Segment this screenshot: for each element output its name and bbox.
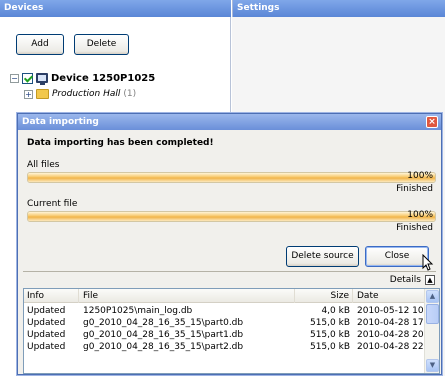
completion-message: Data importing has been completed! — [27, 138, 214, 148]
location-name: Production Hall — [52, 89, 121, 99]
current-file-status: Finished — [396, 223, 433, 233]
all-files-progress-bar — [27, 172, 436, 183]
table-scrollbar[interactable]: ▲ ▼ — [424, 289, 439, 373]
expand-icon[interactable]: + — [24, 89, 33, 99]
check-icon[interactable] — [22, 72, 33, 84]
close-button[interactable]: Close — [365, 246, 429, 267]
cell-date: 2010-04-28 20:15 — [357, 330, 425, 340]
chevron-down-icon[interactable]: ▼ — [426, 359, 439, 372]
cell-size: 515,0 kB — [309, 318, 350, 328]
cell-info: Updated — [27, 342, 66, 352]
all-files-progress-fill — [28, 173, 435, 182]
cell-size: 515,0 kB — [309, 342, 350, 352]
table-row[interactable]: Updated g0_2010_04_28_16_35_15\part2.db … — [24, 341, 425, 353]
collapse-icon[interactable]: − — [10, 73, 19, 83]
all-files-status: Finished — [396, 184, 433, 194]
cell-file: 1250P1025\main_log.db — [83, 306, 193, 316]
column-header-size[interactable]: Size — [296, 289, 353, 303]
location-count: (1) — [123, 89, 137, 99]
table-row[interactable]: Updated g0_2010_04_28_16_35_15\part1.db … — [24, 329, 425, 341]
monitor-icon — [36, 73, 48, 85]
tree-item-location[interactable]: + Production Hall (1) — [24, 87, 136, 101]
current-file-progress-fill — [28, 212, 435, 221]
cell-size: 515,0 kB — [309, 330, 350, 340]
cell-info: Updated — [27, 306, 66, 316]
details-table: Info File Size Date Updated 1250P1025\ma… — [23, 288, 440, 374]
current-file-percent: 100% — [407, 210, 433, 220]
details-divider — [23, 271, 436, 272]
current-file-progress-bar — [27, 211, 436, 222]
data-importing-dialog: Data importing × Data importing has been… — [17, 113, 442, 375]
details-collapse-button[interactable]: ▲ — [425, 275, 435, 285]
cell-file: g0_2010_04_28_16_35_15\part0.db — [83, 318, 244, 328]
all-files-label: All files — [27, 160, 60, 170]
column-header-info[interactable]: Info — [24, 289, 79, 303]
column-header-date[interactable]: Date — [354, 289, 425, 303]
table-row[interactable]: Updated 1250P1025\main_log.db 4,0 kB 201… — [24, 305, 425, 317]
cell-file: g0_2010_04_28_16_35_15\part2.db — [83, 342, 244, 352]
delete-source-button[interactable]: Delete source — [286, 246, 359, 267]
table-row[interactable]: Updated g0_2010_04_28_16_35_15\part0.db … — [24, 317, 425, 329]
cell-info: Updated — [27, 318, 66, 328]
details-label: Details — [389, 275, 421, 285]
cell-date: 2010-05-12 10:22 — [357, 306, 425, 316]
settings-panel-header: Settings — [232, 0, 445, 17]
add-device-button[interactable]: Add — [16, 34, 64, 55]
dialog-title: Data importing — [18, 114, 441, 130]
folder-icon — [36, 89, 49, 99]
chevron-up-icon[interactable]: ▲ — [426, 290, 439, 303]
delete-device-button[interactable]: Delete — [74, 34, 129, 55]
cell-info: Updated — [27, 330, 66, 340]
close-icon[interactable]: × — [426, 116, 438, 128]
all-files-percent: 100% — [407, 171, 433, 181]
column-header-file[interactable]: File — [80, 289, 295, 303]
cursor-icon — [422, 254, 434, 271]
cell-file: g0_2010_04_28_16_35_15\part1.db — [83, 330, 244, 340]
device-label: Device 1250P1025 — [51, 72, 156, 84]
scroll-thumb[interactable] — [426, 304, 439, 324]
devices-panel-header: Devices — [0, 0, 231, 17]
cell-date: 2010-04-28 17:55 — [357, 318, 425, 328]
cell-size: 4,0 kB — [321, 306, 350, 316]
tree-item-device[interactable]: − Device 1250P1025 — [10, 71, 155, 85]
table-header: Info File Size Date — [24, 289, 425, 303]
current-file-label: Current file — [27, 199, 78, 209]
cell-date: 2010-04-28 22:33 — [357, 342, 425, 352]
